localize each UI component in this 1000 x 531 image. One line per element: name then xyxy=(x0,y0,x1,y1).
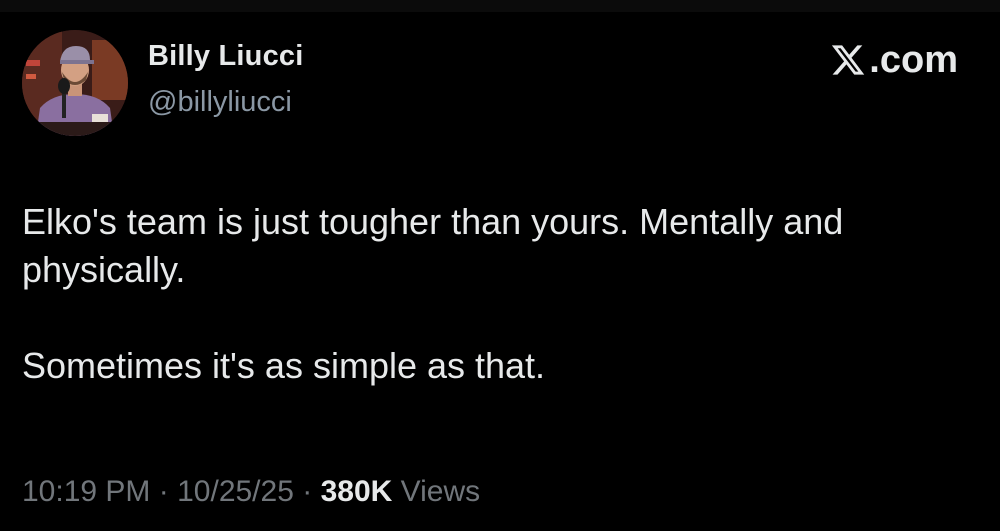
author-avatar[interactable] xyxy=(22,30,128,136)
meta-separator: · xyxy=(158,475,169,508)
post-paragraph: Elko's team is just tougher than yours. … xyxy=(22,201,844,290)
post-time[interactable]: 10:19 PM xyxy=(22,475,150,508)
person-avatar-icon xyxy=(22,30,128,136)
brand-watermark: .com xyxy=(829,40,958,80)
top-bar xyxy=(0,0,1000,12)
views-count[interactable]: 380K xyxy=(321,475,393,508)
author-handle[interactable]: @billyliucci xyxy=(148,86,292,119)
post-meta: 10:19 PM · 10/25/25 · 380K Views xyxy=(22,475,480,509)
brand-domain-text: .com xyxy=(869,39,958,81)
x-logo-icon xyxy=(832,45,865,75)
post-paragraph: Sometimes it's as simple as that. xyxy=(22,345,546,386)
views-label: Views xyxy=(400,475,481,508)
post-date[interactable]: 10/25/25 xyxy=(177,475,294,508)
meta-separator: · xyxy=(302,475,313,508)
post-body: Elko's team is just tougher than yours. … xyxy=(22,198,972,390)
author-display-name[interactable]: Billy Liucci xyxy=(148,40,304,73)
